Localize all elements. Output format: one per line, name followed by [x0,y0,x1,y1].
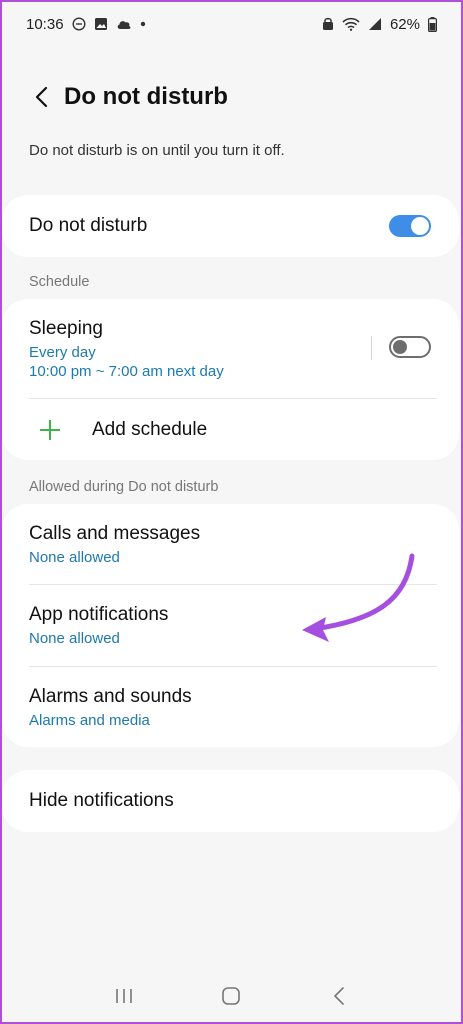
add-schedule-button[interactable]: Add schedule [2,399,459,460]
recents-icon[interactable] [104,976,144,1016]
back-icon[interactable] [319,976,359,1016]
hide-notifications-label: Hide notifications [29,790,174,811]
dnd-status-icon [72,17,86,31]
switch-knob [411,217,429,235]
dnd-toggle-card[interactable]: Do not disturb [2,195,459,257]
alarms-and-sounds-item[interactable]: Alarms and sounds Alarms and media [2,667,459,747]
battery-icon [428,16,437,32]
divider-vertical [371,336,372,360]
app-bar: Do not disturb [0,72,463,122]
schedule-name: Sleeping [29,317,103,339]
system-nav-bar [0,968,463,1024]
dnd-master-switch[interactable] [389,215,431,237]
battery-percent: 62% [389,15,420,33]
app-notifications-value: None allowed [29,630,120,647]
hide-notifications-item[interactable]: Hide notifications [2,770,459,832]
schedule-item-sleeping[interactable]: Sleeping Every day 10:00 pm ~ 7:00 am ne… [2,299,459,398]
wifi-icon [342,17,360,31]
annotation-arrow-icon [302,553,415,642]
schedule-time-range: 10:00 pm ~ 7:00 am next day [29,362,224,380]
plus-icon [38,418,62,442]
schedule-card: Sleeping Every day 10:00 pm ~ 7:00 am ne… [2,299,459,460]
dnd-toggle-label: Do not disturb [29,215,148,236]
alarms-and-sounds-value: Alarms and media [29,711,150,729]
schedule-section-label: Schedule [29,274,90,290]
status-bar: 10:36 62% [0,0,463,48]
home-icon[interactable] [211,976,251,1016]
schedule-repeat: Every day [29,343,96,361]
gallery-icon [94,17,108,31]
page-title: Do not disturb [64,83,228,110]
signal-icon [368,17,382,31]
sleeping-schedule-switch[interactable] [389,336,431,358]
chevron-left-icon[interactable] [22,77,62,117]
switch-knob [393,340,407,354]
app-notifications-label: App notifications [29,604,169,625]
lock-icon [322,17,334,31]
status-time: 10:36 [26,15,64,33]
add-schedule-label: Add schedule [92,418,208,440]
allowed-section-label: Allowed during Do not disturb [29,479,219,495]
dnd-description: Do not disturb is on until you turn it o… [29,142,285,159]
cloud-icon [116,18,132,30]
notification-dot-icon [140,21,146,27]
alarms-and-sounds-label: Alarms and sounds [29,685,192,707]
calls-and-messages-value: None allowed [29,548,120,566]
calls-and-messages-label: Calls and messages [29,522,201,544]
